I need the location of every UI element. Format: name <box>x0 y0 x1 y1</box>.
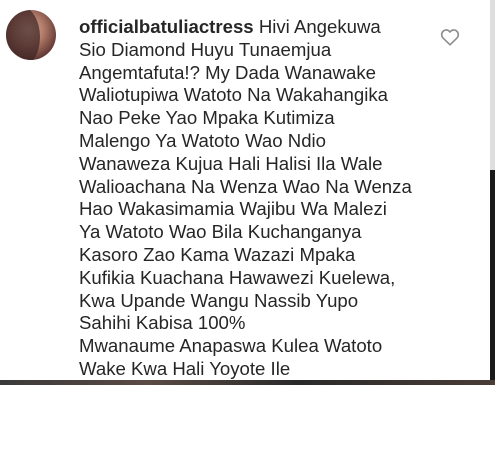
comment-line: Sio Diamond Huyu Tunaemjua <box>79 38 332 60</box>
comment-line: Sahihi Kabisa 100% <box>79 312 246 334</box>
comment-line: Hivi Angekuwa <box>258 16 381 37</box>
comment-line: Mwanaume Anapaswa Kulea Watoto <box>79 335 383 357</box>
like-button[interactable] <box>439 26 461 48</box>
comment-line: Kwa Upande Wangu Nassib Yupo <box>79 289 359 311</box>
comment-line: Walioachana Na Wenza Wao Na Wenza <box>79 175 412 197</box>
comment-line: Malengo Ya Watoto Wao Ndio <box>79 129 327 151</box>
comment-line: Waliotupiwa Watoto Na Wakahangika <box>79 84 389 106</box>
comment-first-line: officialbatuliactress Hivi Angekuwa <box>79 16 429 39</box>
comment-line: Nao Peke Yao Mpaka Kutimiza <box>79 107 335 129</box>
avatar-hair <box>6 10 40 60</box>
comment-line: Kufikia Kuachana Hawawezi Kuelewa, <box>79 266 396 288</box>
comment-line: Wanaweza Kujua Hali Halisi Ila Wale <box>79 152 383 174</box>
comment-line: Ya Watoto Wao Bila Kuchanganya <box>79 221 362 243</box>
photo-edge-right-light <box>490 0 495 170</box>
blank-area <box>0 385 495 465</box>
comment-body: officialbatuliactress Hivi Angekuwa Sio … <box>79 16 429 381</box>
comment-username[interactable]: officialbatuliactress <box>79 16 254 37</box>
avatar[interactable] <box>6 10 56 60</box>
comment-line: Kasoro Zao Kama Wazazi Mpaka <box>79 243 356 265</box>
comment-line: Hao Wakasimamia Wajibu Wa Malezi <box>79 198 387 220</box>
photo-edge-right <box>490 0 495 384</box>
comment-line: Wake Kwa Hali Yoyote Ile <box>79 357 291 379</box>
comment-card: officialbatuliactress Hivi Angekuwa Sio … <box>0 0 490 382</box>
heart-outline-icon <box>440 29 460 46</box>
comment-line: Angemtafuta!? My Dada Wanawake <box>79 61 376 83</box>
